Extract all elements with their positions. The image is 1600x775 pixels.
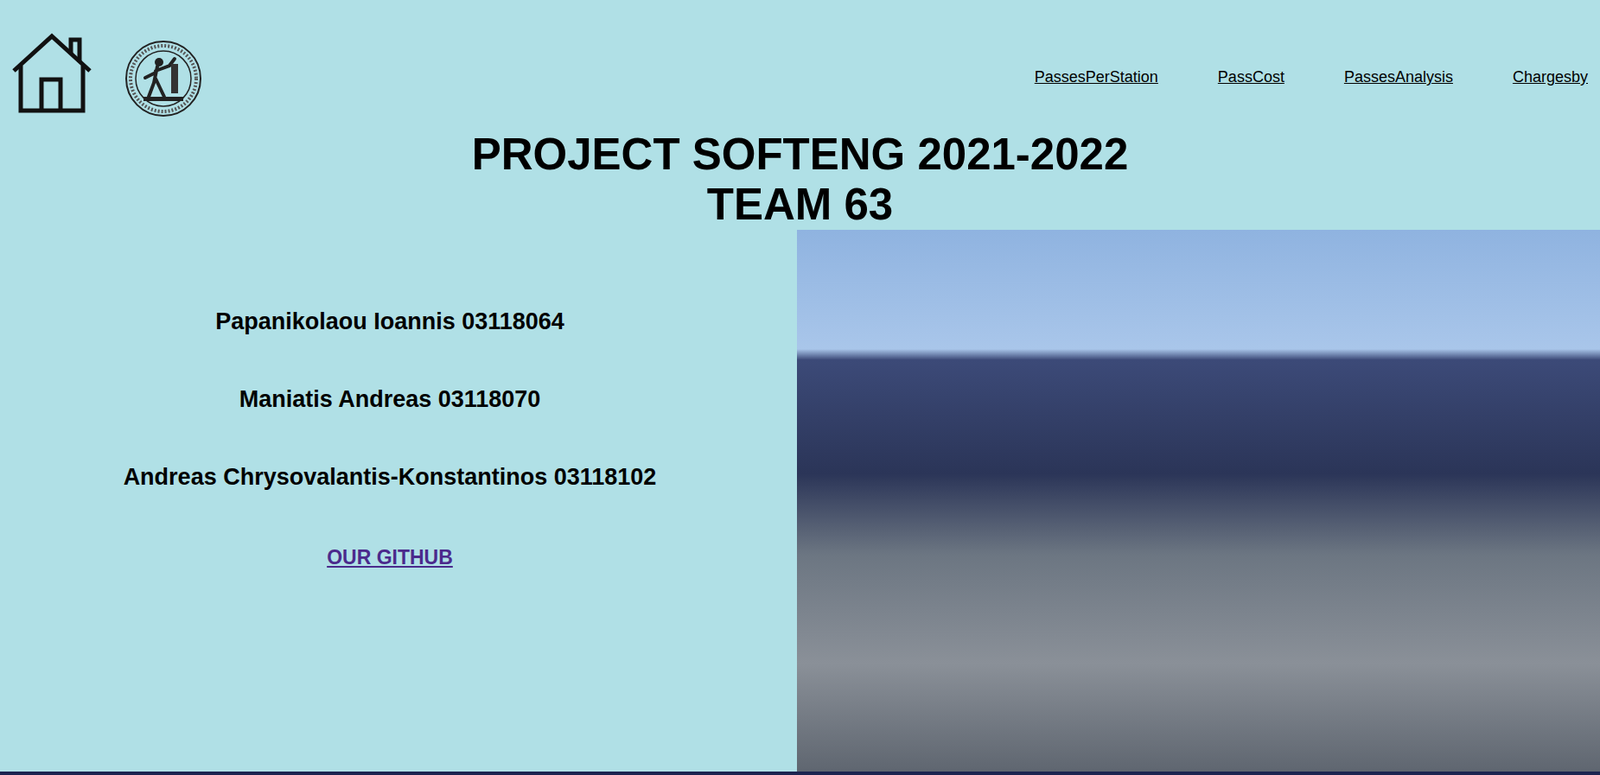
nav-link[interactable]: Chargesby xyxy=(1512,65,1588,90)
page: PassesPerStation PassCost PassesAnalysis Ch… xyxy=(0,0,1600,775)
member-name: Andreas Chrysovalantis-Konstantinos 0311… xyxy=(123,462,657,492)
nav-bar: PassesPerStation PassCost PassesAnalysis Ch… xyxy=(1034,65,1600,90)
title-line: PROJECT SOFTENG 2021-2022 xyxy=(471,129,1129,180)
nav-link[interactable]: PassesAnalysis xyxy=(1344,65,1454,90)
university-logo-icon xyxy=(124,39,203,118)
member-name: Papanikolaou Ioannis 03118064 xyxy=(215,306,565,337)
home-icon[interactable] xyxy=(10,31,94,115)
members-panel: Papanikolaou Ioannis 03118064 Maniatis An… xyxy=(0,229,797,772)
title-line: TEAM 63 xyxy=(707,179,893,230)
nav-link[interactable]: PassesPerStation xyxy=(1034,65,1159,90)
github-link[interactable]: OUR GITHUB xyxy=(326,545,453,570)
toll-station-photo xyxy=(796,229,1600,772)
title: PROJECT SOFTENG 2021-2022TEAM 63 xyxy=(0,129,1600,230)
member-name: Maniatis Andreas 03118070 xyxy=(239,384,542,415)
members-list: Papanikolaou Ioannis 03118064 Maniatis An… xyxy=(123,306,657,492)
nav-link[interactable]: PassCost xyxy=(1217,65,1285,90)
header-logos xyxy=(0,0,203,118)
header: PassesPerStation PassCost PassesAnalysis Ch… xyxy=(0,0,1600,130)
content: Papanikolaou Ioannis 03118064 Maniatis An… xyxy=(0,229,1600,772)
bottom-strip xyxy=(0,771,1600,775)
